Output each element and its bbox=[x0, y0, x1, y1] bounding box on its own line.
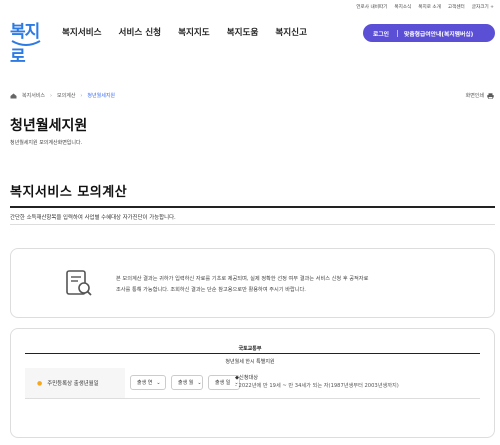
notice-box: 본 모의계산 결과는 귀하가 입력하신 자료를 기초로 제공되며, 실제 정확한… bbox=[10, 248, 495, 318]
birth-month-select[interactable]: 출생 월 ⌄ bbox=[171, 375, 203, 390]
site-logo[interactable]: 복지로 bbox=[10, 17, 50, 67]
eligibility-condition: ◆신청대상 - 2022년에 만 19세 ~ 만 34세가 되는 자(1987년… bbox=[235, 374, 399, 390]
notice-line-1: 본 모의계산 결과는 귀하가 입력하신 자료를 기초로 제공되며, 실제 정확한… bbox=[116, 276, 369, 282]
chevron-down-icon: ⌄ bbox=[156, 379, 161, 386]
login-button[interactable]: 로그인 bbox=[373, 29, 389, 38]
chevron-right-icon: › bbox=[80, 92, 83, 99]
form-organization: 국토교통부 bbox=[238, 346, 262, 352]
form-divider bbox=[25, 398, 480, 399]
utility-links: 언로사 내비따기 복지소식 복지로 소개 고객센터 글자크기 + bbox=[356, 4, 494, 10]
birth-year-value: 출생 연 bbox=[137, 380, 153, 386]
birth-month-value: 출생 월 bbox=[178, 380, 194, 386]
breadcrumb: 복지서비스 › 모의계산 › 청년월세지원 bbox=[10, 92, 115, 99]
breadcrumb-mid[interactable]: 모의계산 bbox=[57, 92, 75, 99]
birthdate-row: ● 주민등록상 출생년월일 출생 연 ⌄ 출생 월 ⌄ 출생 일 ⌄ ◆신청대상… bbox=[25, 368, 480, 398]
section-divider-thin bbox=[10, 224, 495, 225]
custom-benefit-button[interactable]: 맞춤형급여안내(복지멤버십) bbox=[404, 29, 473, 38]
nav-item-apply[interactable]: 서비스 신청 bbox=[119, 26, 162, 38]
section-divider bbox=[10, 206, 495, 208]
form-program-name: 청년월세 한시 특별지원 bbox=[225, 359, 275, 365]
breadcrumb-current: 청년월세지원 bbox=[87, 93, 116, 99]
print-label: 화면인쇄 bbox=[465, 93, 484, 99]
utility-link-sitemap[interactable]: 언로사 내비따기 bbox=[356, 4, 387, 10]
login-divider bbox=[397, 29, 398, 37]
login-bar: 로그인 맞춤형급여안내(복지멤버십) bbox=[363, 24, 495, 42]
condition-title: ◆신청대상 bbox=[235, 375, 259, 381]
utility-link-news[interactable]: 복지소식 bbox=[394, 4, 411, 10]
document-search-icon bbox=[66, 270, 92, 296]
required-dot-icon: ● bbox=[37, 379, 43, 387]
header: 복지로 복지서비스 서비스 신청 복지지도 복지도움 복지신고 로그인 맞춤형급… bbox=[0, 14, 500, 67]
page-subtitle: 청년월세지원 모의계산화면입니다. bbox=[10, 140, 83, 146]
nav-item-help[interactable]: 복지도움 bbox=[227, 26, 259, 38]
printer-icon bbox=[487, 92, 494, 99]
birthdate-label: 주민등록상 출생년월일 bbox=[47, 381, 99, 387]
breadcrumb-home[interactable]: 복지서비스 bbox=[22, 92, 45, 99]
chevron-right-icon: › bbox=[50, 92, 53, 99]
main-nav: 복지서비스 서비스 신청 복지지도 복지도움 복지신고 bbox=[62, 26, 324, 38]
utility-link-about[interactable]: 복지로 소개 bbox=[418, 4, 441, 10]
utility-link-font-size[interactable]: 글자크기 + bbox=[472, 4, 494, 10]
form-divider bbox=[25, 353, 480, 354]
section-description: 간단한 소득재산항목을 입력하여 사업별 수혜대상 자가진단이 가능합니다. bbox=[10, 215, 176, 221]
section-title: 복지서비스 모의계산 bbox=[10, 185, 128, 200]
birthdate-label-cell: ● 주민등록상 출생년월일 bbox=[25, 368, 125, 398]
nav-item-report[interactable]: 복지신고 bbox=[275, 26, 307, 38]
print-button[interactable]: 화면인쇄 bbox=[466, 92, 494, 99]
chevron-down-icon: ⌄ bbox=[197, 379, 202, 386]
nav-item-services[interactable]: 복지서비스 bbox=[62, 26, 102, 38]
birth-day-value: 출생 일 bbox=[215, 380, 231, 386]
nav-item-map[interactable]: 복지지도 bbox=[178, 26, 210, 38]
logo-smile-icon bbox=[11, 40, 41, 46]
notice-text: 본 모의계산 결과는 귀하가 입력하신 자료를 기초로 제공되며, 실제 정확한… bbox=[116, 274, 456, 296]
condition-detail: - 2022년에 만 19세 ~ 만 34세가 되는 자(1987년생부터 20… bbox=[235, 383, 399, 389]
page-title: 청년월세지원 bbox=[10, 118, 88, 134]
notice-line-2: 조사를 통해 가능합니다. 조회하신 결과는 단순 참고용으로만 활용하여 주시… bbox=[116, 287, 306, 293]
utility-link-support[interactable]: 고객센터 bbox=[448, 4, 465, 10]
birth-year-select[interactable]: 출생 연 ⌄ bbox=[130, 375, 166, 390]
home-icon[interactable] bbox=[10, 93, 17, 99]
